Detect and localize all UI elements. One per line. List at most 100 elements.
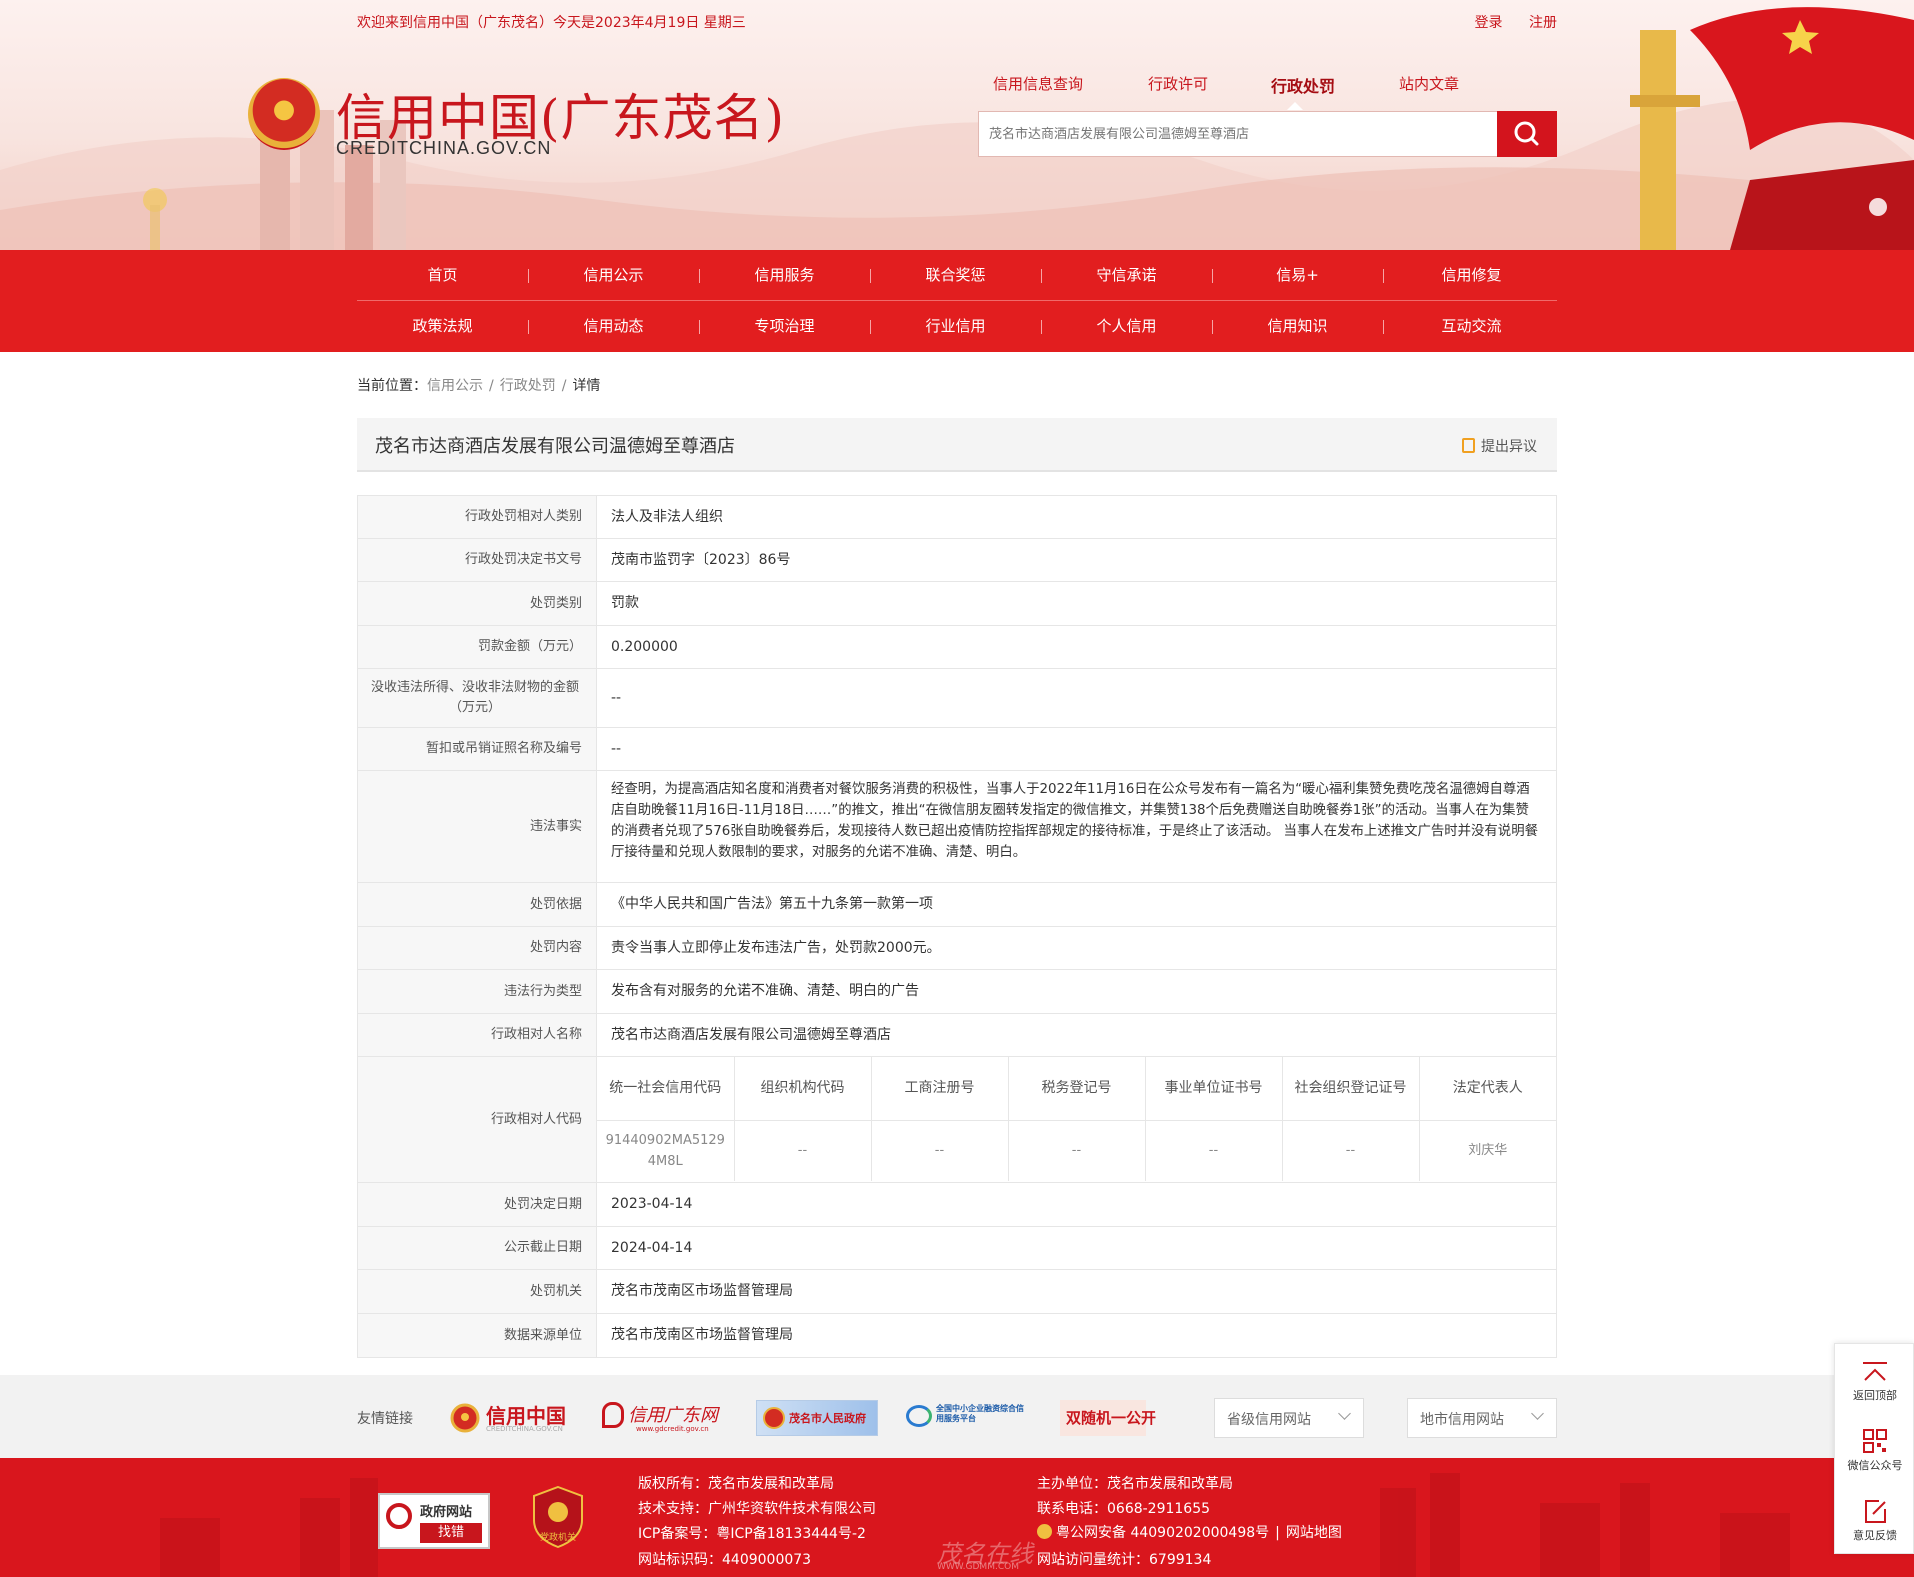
tab-admin-license[interactable]: 行政许可 [1148, 73, 1208, 94]
breadcrumb-prefix: 当前位置： [357, 378, 427, 394]
footer-icp[interactable]: ICP备案号：粤ICP备18133444号-2 [638, 1523, 866, 1543]
row-label: 处罚类别 [358, 582, 597, 625]
code-header: 工商注册号 [870, 1057, 1008, 1121]
wechat-account-button[interactable]: 微信公众号 [1835, 1414, 1914, 1482]
nav-xinyi-plus[interactable]: 信易+ [1212, 250, 1383, 301]
detail-row: 处罚决定日期 2023-04-14 [358, 1183, 1556, 1227]
row-value: 法人及非法人组织 [611, 508, 723, 525]
row-value: 2023-04-14 [611, 1196, 693, 1212]
footer-sitemap-link[interactable]: 网站地图 [1286, 1525, 1342, 1541]
gov-site-error-badge[interactable]: 政府网站 找错 [378, 1493, 490, 1549]
detail-title-bar: 茂名市达商酒店发展有限公司温德姆至尊酒店 提出异议 [357, 418, 1557, 472]
code-header: 法定代表人 [1418, 1057, 1556, 1121]
link-double-random[interactable]: 双随机一公开 [1060, 1400, 1156, 1436]
login-link[interactable]: 登录 [1475, 15, 1503, 31]
breadcrumb-admin-penalty[interactable]: 行政处罚 [500, 378, 556, 394]
header-banner: 欢迎来到信用中国（广东茂名）今天是2023年4月19日 星期三 登录 注册 信用… [0, 0, 1914, 250]
footer-copyright: 版权所有：茂名市发展和改革局 [638, 1476, 834, 1492]
nav-credit-service[interactable]: 信用服务 [699, 250, 870, 301]
row-value: 《中华人民共和国广告法》第五十九条第一款第一项 [611, 896, 933, 912]
watermark-url: WWW.GDMM.COM [937, 1562, 1019, 1572]
edit-icon [1865, 1500, 1886, 1523]
friendly-links-bar: 友情链接 信用中国 CREDITCHINA.GOV.CN 信用广东网 www.g… [0, 1375, 1914, 1458]
row-label: 行政相对人名称 [358, 1014, 597, 1056]
detail-row: 违法事实 经查明，为提高酒店知名度和消费者对餐饮服务消费的积极性，当事人于2022… [358, 771, 1556, 883]
nav-policy[interactable]: 政策法规 [357, 301, 528, 352]
nav-joint-reward[interactable]: 联合奖惩 [870, 250, 1041, 301]
code-value: 刘庆华 [1418, 1120, 1556, 1181]
detail-row: 公示截止日期 2024-04-14 [358, 1227, 1556, 1270]
chevron-down-icon [1531, 1407, 1544, 1420]
code-header: 统一社会信用代码 [597, 1057, 734, 1121]
detail-row: 行政相对人名称 茂名市达商酒店发展有限公司温德姆至尊酒店 [358, 1014, 1556, 1057]
tab-admin-penalty[interactable]: 行政处罚 [1271, 73, 1335, 97]
detail-row-codes: 行政相对人代码 统一社会信用代码 组织机构代码 工商注册号 税务登记号 事业单位… [358, 1057, 1556, 1183]
code-value: -- [1144, 1120, 1282, 1181]
friendly-links-label: 友情链接 [357, 1411, 413, 1427]
row-label: 处罚决定日期 [358, 1183, 597, 1226]
back-to-top-button[interactable]: 返回顶部 [1835, 1344, 1914, 1412]
footer-police-line: 粤公网安备 44090202000498号 | 网站地图 [1037, 1522, 1342, 1542]
party-gov-badge[interactable]: 党政机关 [532, 1485, 584, 1549]
row-label: 罚款金额（万元） [358, 626, 597, 668]
search-button[interactable] [1497, 111, 1557, 157]
link-maoming-gov[interactable]: 茂名市人民政府 [756, 1400, 878, 1436]
footer-phone: 联系电话：0668-2911655 [1037, 1501, 1211, 1517]
nav-credit-publicity[interactable]: 信用公示 [528, 250, 699, 301]
emblem-icon [763, 1407, 785, 1429]
national-emblem-icon [248, 78, 320, 150]
nav-commitment[interactable]: 守信承诺 [1041, 250, 1212, 301]
code-subtable: 统一社会信用代码 组织机构代码 工商注册号 税务登记号 事业单位证书号 社会组织… [597, 1057, 1556, 1181]
feedback-button[interactable]: 意见反馈 [1835, 1484, 1914, 1552]
row-label: 处罚机关 [358, 1270, 597, 1313]
row-value: 0.200000 [611, 638, 678, 655]
welcome-text: 欢迎来到信用中国（广东茂名）今天是2023年4月19日 星期三 [357, 15, 746, 31]
code-header: 税务登记号 [1007, 1057, 1145, 1121]
search-input[interactable] [989, 112, 1469, 156]
row-label: 行政相对人代码 [358, 1057, 597, 1182]
tab-site-articles[interactable]: 站内文章 [1399, 73, 1459, 94]
register-link[interactable]: 注册 [1529, 15, 1557, 31]
nav-home[interactable]: 首页 [357, 250, 528, 301]
detail-row: 数据来源单位 茂名市茂南区市场监督管理局 [358, 1314, 1556, 1357]
nav-credit-news[interactable]: 信用动态 [528, 301, 699, 352]
page-title: 茂名市达商酒店发展有限公司温德姆至尊酒店 [375, 436, 735, 457]
nav-credit-repair[interactable]: 信用修复 [1386, 250, 1557, 301]
footer-police-record[interactable]: 粤公网安备 44090202000498号 [1056, 1525, 1269, 1541]
row-value: -- [611, 740, 622, 757]
platform-logo-icon [906, 1405, 932, 1427]
row-label: 处罚依据 [358, 883, 597, 926]
link-creditchina[interactable]: 信用中国 CREDITCHINA.GOV.CN [450, 1400, 570, 1436]
link-sme-finance-platform[interactable]: 全国中小企业融资综合信用服务平台 [906, 1400, 1028, 1436]
detail-row: 处罚内容 责令当事人立即停止发布违法广告，处罚款2000元。 [358, 927, 1556, 970]
nav-personal-credit[interactable]: 个人信用 [1041, 301, 1212, 352]
footer-visits: 网站访问量统计：6799134 [1037, 1552, 1212, 1568]
tab-credit-query[interactable]: 信用信息查询 [993, 73, 1083, 94]
row-value: 茂名市达商酒店发展有限公司温德姆至尊酒店 [611, 1026, 891, 1043]
breadcrumb-credit-publicity[interactable]: 信用公示 [427, 378, 483, 394]
footer: 政府网站 找错 党政机关 版权所有：茂名市发展和改革局 技术支持：广州华资软件技… [0, 1458, 1914, 1577]
search-box [978, 111, 1557, 157]
row-value: 经查明，为提高酒店知名度和消费者对餐饮服务消费的积极性，当事人于2022年11月… [611, 782, 1538, 860]
detail-table: 行政处罚相对人类别 法人及非法人组织 行政处罚决定书文号 茂南市监罚字〔2023〕8… [357, 495, 1557, 1358]
code-value: -- [870, 1120, 1008, 1181]
row-value: 茂名市茂南区市场监督管理局 [611, 1327, 793, 1343]
detail-row: 暂扣或吊销证照名称及编号 -- [358, 728, 1556, 771]
row-label: 处罚内容 [358, 927, 597, 969]
code-subtable-wrap: 统一社会信用代码 组织机构代码 工商注册号 税务登记号 事业单位证书号 社会组织… [597, 1057, 1556, 1182]
nav-industry-credit[interactable]: 行业信用 [870, 301, 1041, 352]
detail-row: 处罚机关 茂名市茂南区市场监督管理局 [358, 1270, 1556, 1314]
city-site-select[interactable]: 地市信用网站 [1407, 1398, 1557, 1438]
row-value: 发布含有对服务的允诺不准确、清楚、明白的广告 [611, 983, 919, 999]
nav-credit-knowledge[interactable]: 信用知识 [1212, 301, 1383, 352]
footer-site-id: 网站标识码：4409000073 [638, 1552, 812, 1568]
detail-row: 违法行为类型 发布含有对服务的允诺不准确、清楚、明白的广告 [358, 970, 1556, 1014]
provincial-site-select[interactable]: 省级信用网站 [1214, 1398, 1364, 1438]
row-value: 2024-04-14 [611, 1239, 693, 1256]
raise-objection-button[interactable]: 提出异议 [1462, 436, 1537, 456]
link-gdcredit[interactable]: 信用广东网 www.gdcredit.gov.cn [602, 1400, 724, 1436]
qr-code-icon [1863, 1429, 1887, 1453]
nav-interaction[interactable]: 互动交流 [1386, 301, 1557, 352]
row-label: 暂扣或吊销证照名称及编号 [358, 728, 597, 770]
nav-special-governance[interactable]: 专项治理 [699, 301, 870, 352]
